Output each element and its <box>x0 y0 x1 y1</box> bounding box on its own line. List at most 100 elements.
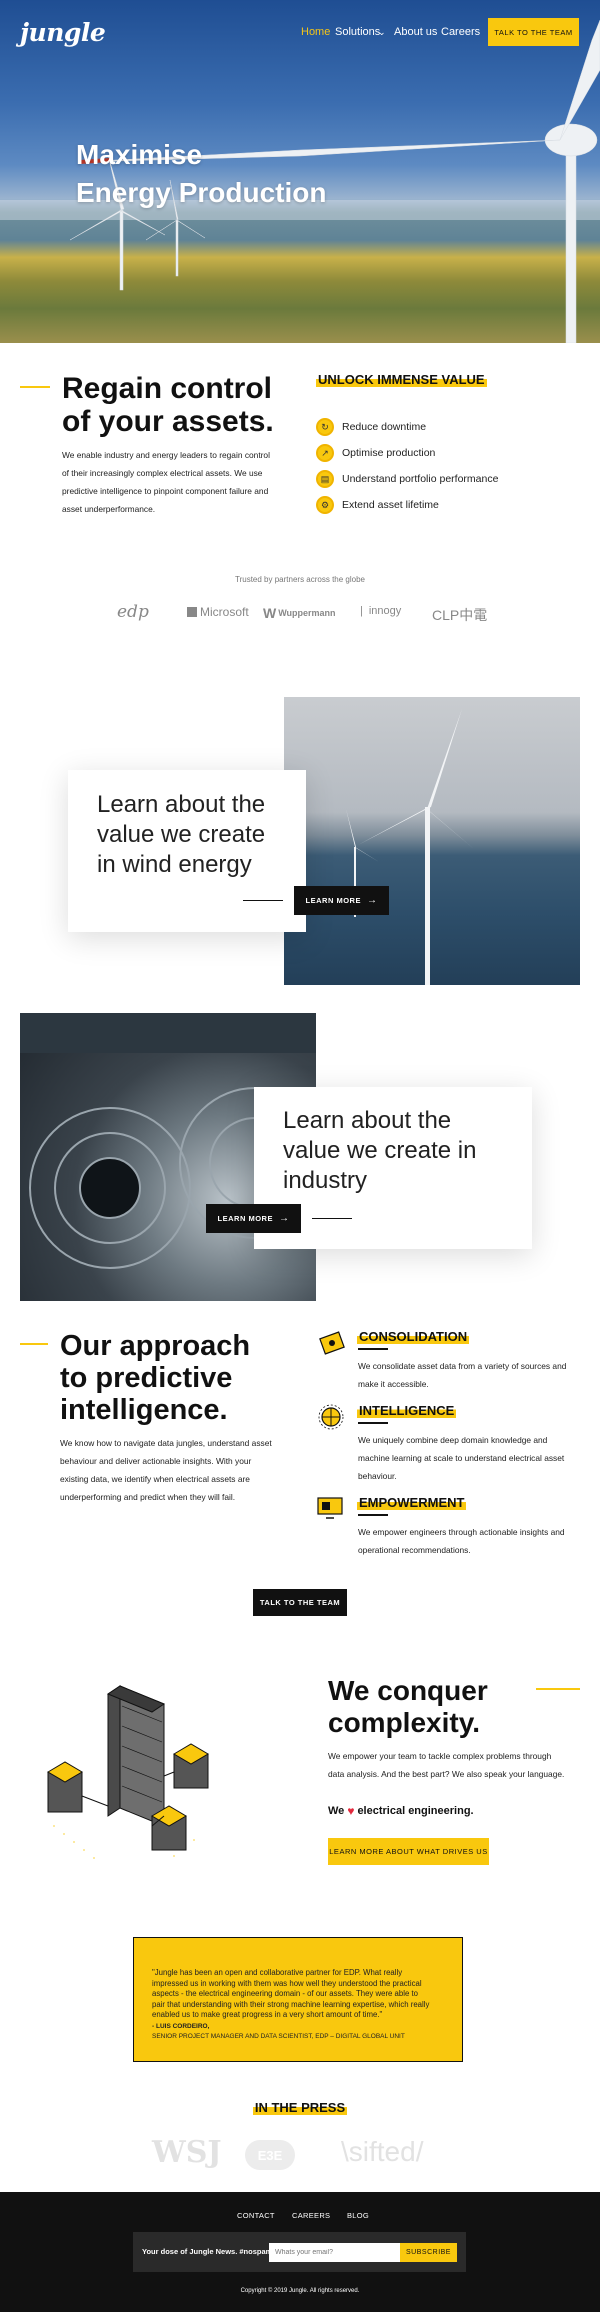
wind-learn-more-button[interactable]: LEARN MORE → <box>294 886 389 915</box>
hero-title: Maximise Energy Production <box>76 136 326 212</box>
partners-heading: Trusted by partners across the globe <box>235 575 365 584</box>
value-item-label: Reduce downtime <box>342 421 427 433</box>
consolidation-text: We consolidate asset data from a variety… <box>358 1357 580 1393</box>
offshore-wind-image <box>284 697 580 985</box>
quote-author: - LUIS CORDEIRO, <box>152 2022 210 2030</box>
subscribe-button[interactable]: SUBSCRIBE <box>400 2243 457 2262</box>
button-label: LEARN MORE <box>305 896 361 905</box>
body-line: underperforming and predict when they wi… <box>60 1492 236 1502</box>
partner-logo-clp: CLP中電 <box>432 607 488 623</box>
industry-card-title: Learn about the value we create in indus… <box>283 1106 476 1196</box>
approach-talk-to-team-button[interactable]: TALK TO THE TEAM <box>253 1589 347 1616</box>
testimonial-text: "Jungle has been an open and collaborati… <box>152 1968 452 2043</box>
consolidation-title: CONSOLIDATION <box>357 1329 470 1344</box>
intelligence-heading: INTELLIGENCE <box>357 1402 457 1420</box>
hero-title-line2: Energy Production <box>76 177 327 208</box>
empowerment-title: EMPOWERMENT <box>357 1495 467 1510</box>
divider <box>358 1422 388 1424</box>
quote-line: enabled us to make great progress in a v… <box>152 2010 383 2019</box>
body-line: predictive intelligence to pinpoint comp… <box>62 486 269 496</box>
card-title-line: Learn about the <box>283 1107 452 1134</box>
conquer-title: We conquer complexity. <box>328 1675 488 1739</box>
body-line: We uniquely combine deep domain knowledg… <box>358 1435 548 1445</box>
nav-solutions[interactable]: Solutions <box>335 26 380 38</box>
body-line: machine learning at scale to understand … <box>358 1453 565 1463</box>
intelligence-title: INTELLIGENCE <box>357 1403 457 1418</box>
value-item: ↻ Reduce downtime <box>316 414 498 440</box>
partner-name: Wuppermann <box>278 608 336 618</box>
footer-link-contact[interactable]: CONTACT <box>237 2211 275 2220</box>
partner-logo-edp: edp <box>117 602 149 622</box>
body-line: asset underperformance. <box>62 504 156 514</box>
card-title-line: Learn about the <box>97 791 266 818</box>
quote-line: aspects - the electrical engineering dom… <box>152 1989 418 1998</box>
quote-line: pair that understanding with their stron… <box>152 1999 430 2009</box>
partner-name: innogy <box>368 605 402 617</box>
divider <box>243 900 283 901</box>
regain-title-line2: of your assets. <box>62 405 274 438</box>
approach-body: We know how to navigate data jungles, un… <box>60 1434 300 1506</box>
press-heading: IN THE PRESS <box>0 2099 600 2117</box>
quote-line: "Jungle has been an open and collaborati… <box>152 1968 403 1977</box>
regain-title-line1: Regain control <box>62 372 273 405</box>
copyright: Copyright © 2019 Jungle. All rights rese… <box>240 2288 360 2294</box>
value-list: ↻ Reduce downtime ↗ Optimise production ▤ U… <box>316 414 498 518</box>
downtime-icon: ↻ <box>316 418 334 436</box>
footer-link-careers[interactable]: CAREERS <box>292 2211 330 2220</box>
body-line: operational recommendations. <box>358 1545 471 1555</box>
value-item-label: Optimise production <box>342 447 436 459</box>
nav-careers[interactable]: Careers <box>441 26 480 38</box>
divider <box>312 1218 352 1219</box>
innogy-icon: | <box>360 605 363 617</box>
nav-about-us[interactable]: About us <box>394 26 437 38</box>
server-illustration <box>47 1685 209 1859</box>
heart-icon: ♥ <box>347 1804 355 1818</box>
card-title-line: value we create <box>97 821 266 848</box>
learn-more-drives-us-button[interactable]: LEARN MORE ABOUT WHAT DRIVES US <box>328 1838 489 1865</box>
jungle-logo[interactable]: jungle <box>20 18 106 47</box>
consolidation-icon <box>318 1329 346 1357</box>
nav-home[interactable]: Home <box>301 26 330 38</box>
love-prefix: We <box>328 1805 345 1817</box>
chevron-down-icon[interactable]: ⌄ <box>378 27 386 38</box>
card-title-line: in wind energy <box>97 851 252 878</box>
portfolio-icon: ▤ <box>316 470 334 488</box>
value-item: ↗ Optimise production <box>316 440 498 466</box>
microsoft-icon <box>187 607 197 617</box>
approach-title-line: Our approach <box>60 1330 251 1362</box>
empowerment-text: We empower engineers through actionable … <box>358 1523 580 1559</box>
body-line: We consolidate asset data from a variety… <box>358 1361 567 1371</box>
approach-title-line: intelligence. <box>60 1394 228 1426</box>
value-item: ⚙ Extend asset lifetime <box>316 492 498 518</box>
talk-to-team-button[interactable]: TALK TO THE TEAM <box>488 18 579 46</box>
production-icon: ↗ <box>316 444 334 462</box>
press-logo-e3e: E3E <box>245 2140 295 2170</box>
partner-logo-microsoft: Microsoft <box>187 605 249 619</box>
approach-title-line: to predictive <box>60 1362 233 1394</box>
card-title-line: value we create in <box>283 1137 477 1164</box>
quote-line: impressed us in working with them was ho… <box>152 1978 422 1988</box>
press-logo-sifted: \sifted/ <box>341 2136 424 2168</box>
body-line: We enable industry and energy leaders to… <box>62 450 270 460</box>
slash-icon: \ <box>341 2136 349 2167</box>
empowerment-heading: EMPOWERMENT <box>357 1494 467 1512</box>
arrow-right-icon: → <box>278 1213 290 1224</box>
accent-line <box>20 1343 48 1345</box>
conquer-title-line: complexity. <box>328 1707 480 1738</box>
lifetime-icon: ⚙ <box>316 496 334 514</box>
body-line: of their increasingly complex electrical… <box>62 468 263 478</box>
regain-title: Regain control of your assets. <box>62 372 274 438</box>
industry-learn-more-button[interactable]: LEARN MORE → <box>206 1204 301 1233</box>
partner-name: Microsoft <box>200 605 249 619</box>
partner-logo-innogy: | innogy <box>360 605 401 617</box>
value-heading: UNLOCK IMMENSE VALUE <box>316 371 487 389</box>
footer-link-blog[interactable]: BLOG <box>347 2211 369 2220</box>
regain-body: We enable industry and energy leaders to… <box>62 446 302 518</box>
quote-role: SENIOR PROJECT MANAGER AND DATA SCIENTIS… <box>152 2033 405 2040</box>
value-item: ▤ Understand portfolio performance <box>316 466 498 492</box>
sifted-text: sifted <box>348 2136 416 2167</box>
wind-card-title: Learn about the value we create in wind … <box>97 790 265 880</box>
wuppermann-icon: W <box>263 605 277 621</box>
conquer-body: We empower your team to tackle complex p… <box>328 1747 588 1783</box>
email-input[interactable] <box>269 2243 400 2262</box>
